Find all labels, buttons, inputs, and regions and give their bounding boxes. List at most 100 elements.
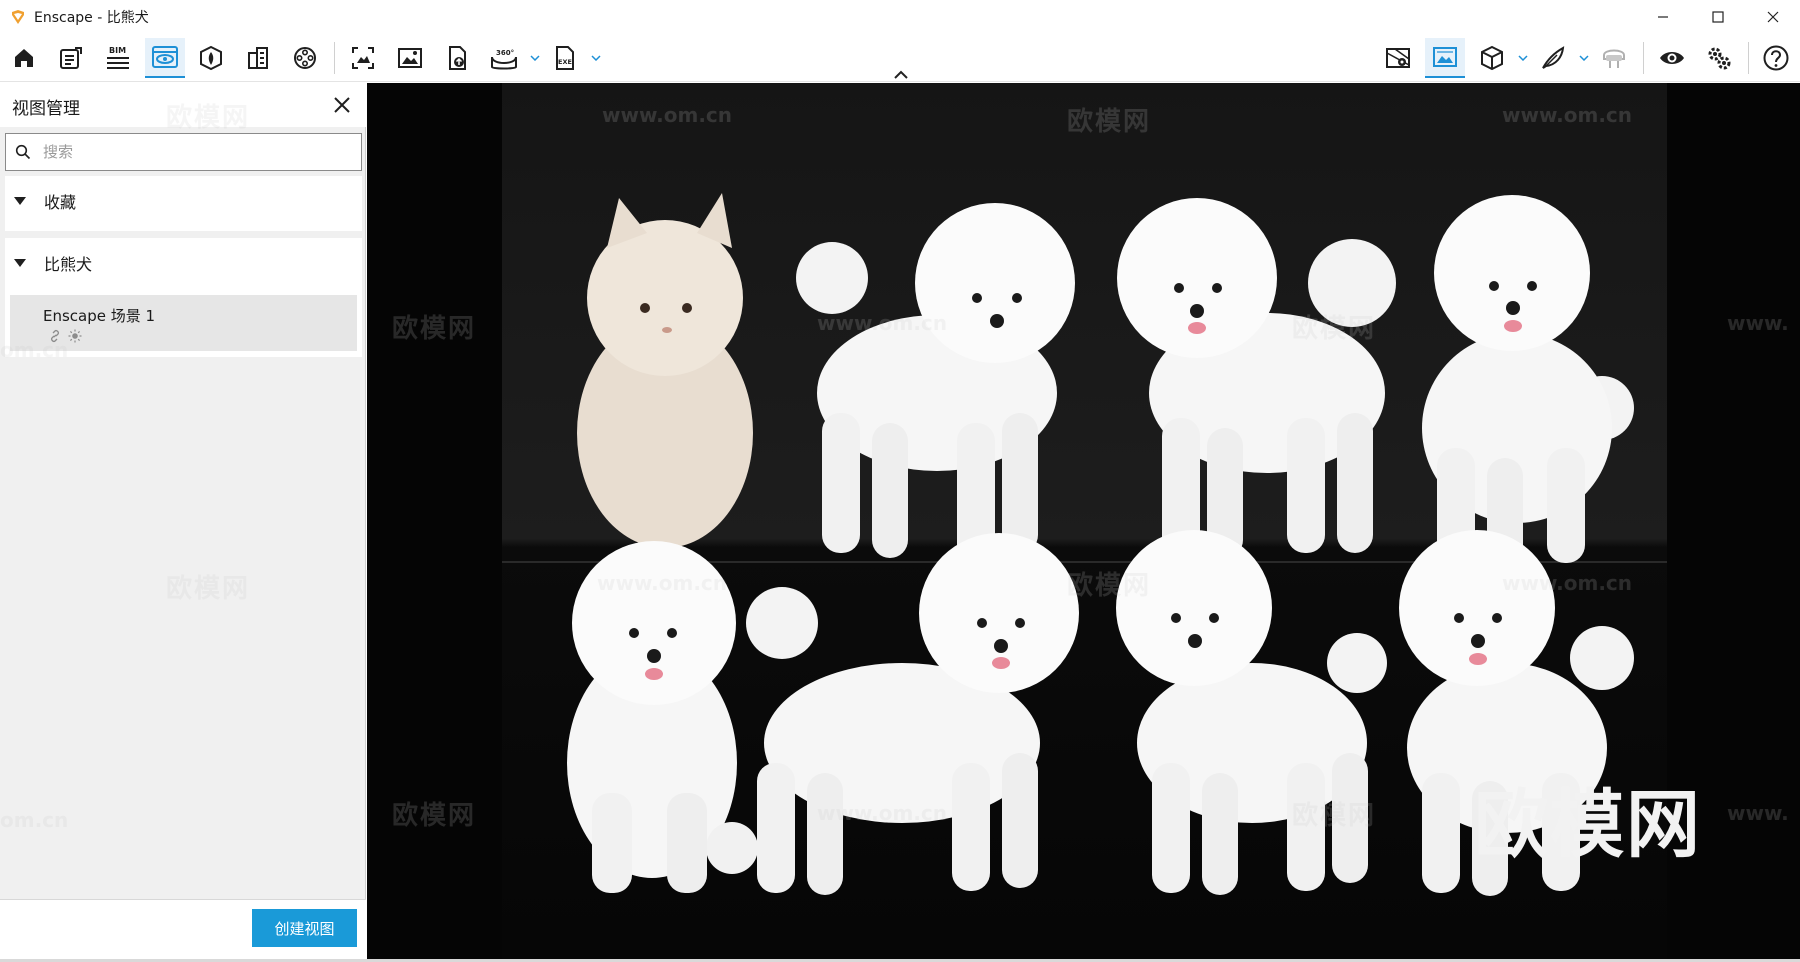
notes-button[interactable] — [51, 38, 91, 78]
buildings-button[interactable] — [238, 38, 278, 78]
feather-dropdown-caret[interactable] — [1578, 50, 1590, 66]
asset-library-button[interactable] — [191, 38, 231, 78]
chevron-up-icon — [894, 70, 908, 79]
bim-icon: BIM — [107, 46, 129, 69]
collapse-toolbar-button[interactable] — [892, 68, 910, 80]
panorama-360-icon: 360° — [491, 49, 517, 70]
cube-dropdown-caret[interactable] — [1517, 50, 1529, 66]
svg-text:BIM: BIM — [109, 46, 126, 55]
scene-group-label: 比熊犬 — [44, 255, 93, 274]
cube-view-button[interactable] — [1472, 38, 1512, 78]
create-view-button[interactable]: 创建视图 — [252, 909, 357, 947]
toolbar-separator — [1643, 42, 1644, 74]
exe-dropdown-caret[interactable] — [590, 50, 602, 66]
map-icon — [1386, 48, 1410, 68]
search-input[interactable] — [43, 143, 343, 161]
watermark-url: www. — [1727, 801, 1789, 825]
minimize-button[interactable] — [1635, 0, 1690, 34]
watermark-text: 欧模网 — [392, 801, 477, 831]
caret-down-icon — [14, 259, 26, 267]
panorama-upload-icon — [449, 46, 466, 70]
vr-headset-icon — [1603, 49, 1625, 68]
watermark-text: 欧模网 — [392, 314, 477, 344]
settings-icon — [1708, 47, 1731, 70]
close-icon — [334, 97, 350, 113]
enscape-logo-icon — [12, 10, 24, 24]
maximize-button[interactable] — [1690, 0, 1745, 34]
chevron-down-icon — [530, 55, 540, 61]
screenshot-icon — [352, 47, 374, 69]
panel-title: 视图管理 — [12, 99, 80, 119]
panorama-360-button[interactable]: 360° — [484, 38, 524, 78]
home-icon — [15, 49, 33, 67]
caret-down-icon — [14, 197, 26, 205]
image-export-icon — [398, 48, 422, 68]
chevron-down-icon — [1579, 55, 1589, 61]
cube-icon — [1481, 45, 1503, 71]
bim-button[interactable]: BIM — [98, 38, 138, 78]
search-box[interactable] — [5, 133, 362, 171]
eye-icon — [1660, 52, 1684, 64]
watermark-url: om.cn — [0, 808, 69, 832]
visual-settings-button[interactable] — [1652, 38, 1692, 78]
notes-icon — [60, 47, 82, 69]
watermark-url: www.om.cn — [597, 571, 728, 595]
screenshot-button[interactable] — [343, 38, 383, 78]
settings-button[interactable] — [1699, 38, 1739, 78]
panel-footer: 创建视图 — [0, 899, 366, 959]
help-icon — [1763, 45, 1789, 71]
chevron-down-icon — [591, 55, 601, 61]
exe-export-button[interactable]: EXE — [545, 38, 585, 78]
watermark-url: www.om.cn — [1502, 103, 1633, 127]
watermark-text: 欧模网 — [1067, 107, 1152, 137]
sun-icon[interactable] — [68, 329, 82, 343]
watermark-url: www. — [1727, 311, 1789, 335]
minimize-icon — [1657, 16, 1668, 18]
watermark-text: 欧模网 — [1067, 571, 1152, 601]
video-reel-icon — [294, 47, 316, 69]
view-management-button[interactable] — [145, 38, 185, 78]
render-image-button[interactable] — [1425, 38, 1465, 78]
watermark-text: 欧模网 — [1292, 801, 1377, 831]
feather-icon — [1542, 46, 1565, 69]
help-button[interactable] — [1756, 38, 1796, 78]
watermark-url: www.om.cn — [817, 801, 948, 825]
close-window-button[interactable] — [1745, 0, 1800, 34]
scene-group-header[interactable]: 比熊犬 — [5, 238, 362, 288]
watermark-text: 欧模网 — [166, 103, 251, 133]
watermark-url: www.om.cn — [1502, 571, 1633, 595]
exe-export-icon: EXE — [556, 46, 574, 70]
image-export-button[interactable] — [390, 38, 430, 78]
home-button[interactable] — [4, 38, 44, 78]
render-viewport[interactable]: www.om.cn 欧模网 www.om.cn 欧模网 www.om.cn 欧模… — [367, 83, 1800, 959]
view-management-icon — [152, 46, 178, 68]
video-editor-button[interactable] — [285, 38, 325, 78]
watermark-text: 欧模网 — [166, 574, 251, 604]
map-button[interactable] — [1378, 38, 1418, 78]
buildings-icon — [248, 47, 268, 69]
maximize-icon — [1711, 11, 1724, 23]
favorites-group-label: 收藏 — [44, 193, 77, 212]
toolbar-separator — [1748, 42, 1749, 74]
panorama-dropdown-caret[interactable] — [529, 50, 541, 66]
panorama-upload-button[interactable] — [437, 38, 477, 78]
watermark-url: www.om.cn — [817, 311, 948, 335]
watermark-url: www.om.cn — [602, 103, 733, 127]
favorites-group-header[interactable]: 收藏 — [5, 176, 362, 226]
favorites-group: 收藏 — [5, 176, 362, 231]
render-image-icon — [1433, 47, 1457, 67]
watermark-url: om.cn — [0, 338, 69, 362]
panel-close-button[interactable] — [330, 93, 354, 117]
bichon-dog-figure — [567, 541, 758, 893]
window-title: Enscape - 比熊犬 — [34, 10, 149, 26]
vr-headset-button[interactable] — [1594, 38, 1634, 78]
feather-button[interactable] — [1533, 38, 1573, 78]
asset-library-icon — [200, 45, 222, 71]
title-bar: Enscape - 比熊犬 — [0, 0, 1800, 34]
view-item-label: Enscape 场景 1 — [43, 307, 156, 325]
toolbar-separator — [334, 42, 335, 74]
chevron-down-icon — [1518, 55, 1528, 61]
watermark-text: 欧模网 — [1292, 314, 1377, 344]
svg-text:360°: 360° — [496, 49, 514, 57]
watermark-logo-text: 欧模网 — [1474, 782, 1702, 868]
